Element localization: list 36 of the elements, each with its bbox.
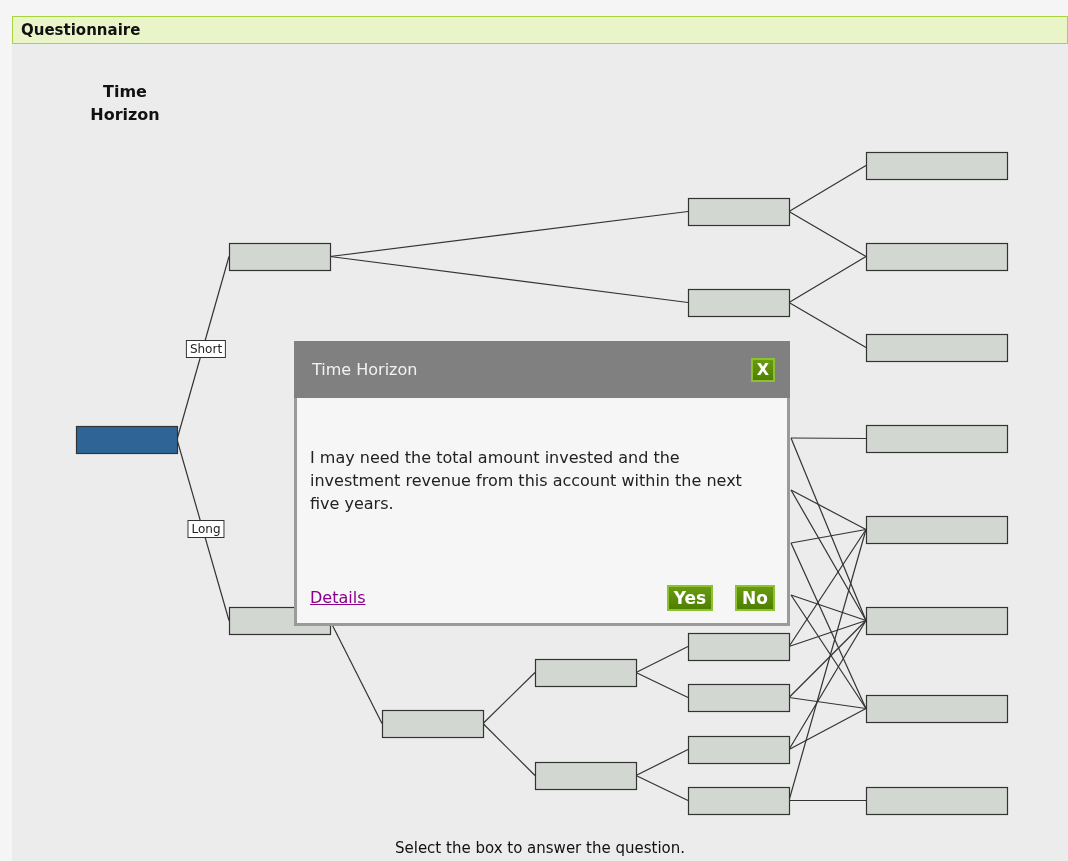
tree-node[interactable] (534, 761, 638, 791)
branch-label: Short (185, 339, 227, 358)
tree-node[interactable] (228, 242, 332, 272)
tree-node[interactable] (534, 658, 638, 688)
yes-button[interactable]: Yes (666, 585, 714, 611)
tree-node[interactable] (865, 786, 1009, 816)
dialog-title: Time Horizon (312, 358, 418, 381)
tree-node[interactable] (687, 683, 791, 713)
column-title: Time Horizon (89, 81, 161, 126)
question-text: I may need the total amount invested and the investment revenue from this account within the next five years. (309, 447, 743, 515)
tree-node[interactable] (865, 333, 1009, 363)
connector-line (635, 671, 689, 699)
tree-node[interactable] (865, 151, 1009, 181)
tree-node[interactable] (687, 632, 791, 662)
branch-label: Long (187, 520, 225, 538)
panel-title: Questionnaire (12, 16, 1068, 44)
tree-node[interactable] (865, 424, 1009, 454)
close-button[interactable]: X (750, 357, 775, 382)
tree-node[interactable] (75, 425, 179, 455)
tree-node[interactable] (381, 709, 485, 739)
instruction-text: Select the box to answer the question. (393, 837, 686, 859)
connector-line (635, 645, 689, 674)
tree-node[interactable] (687, 197, 791, 227)
tree-node[interactable] (687, 735, 791, 765)
connector-line (482, 671, 536, 725)
connector-line (635, 748, 689, 777)
tree-node[interactable] (865, 515, 1009, 545)
tree-node[interactable] (687, 786, 791, 816)
connector-line (482, 722, 536, 777)
connector-line (635, 774, 689, 802)
tree-node[interactable] (865, 606, 1009, 636)
tree-node[interactable] (865, 694, 1009, 724)
tree-node[interactable] (865, 242, 1009, 272)
no-button[interactable]: No (735, 585, 775, 611)
tree-node[interactable] (687, 288, 791, 318)
details-link[interactable]: Details (310, 586, 366, 610)
